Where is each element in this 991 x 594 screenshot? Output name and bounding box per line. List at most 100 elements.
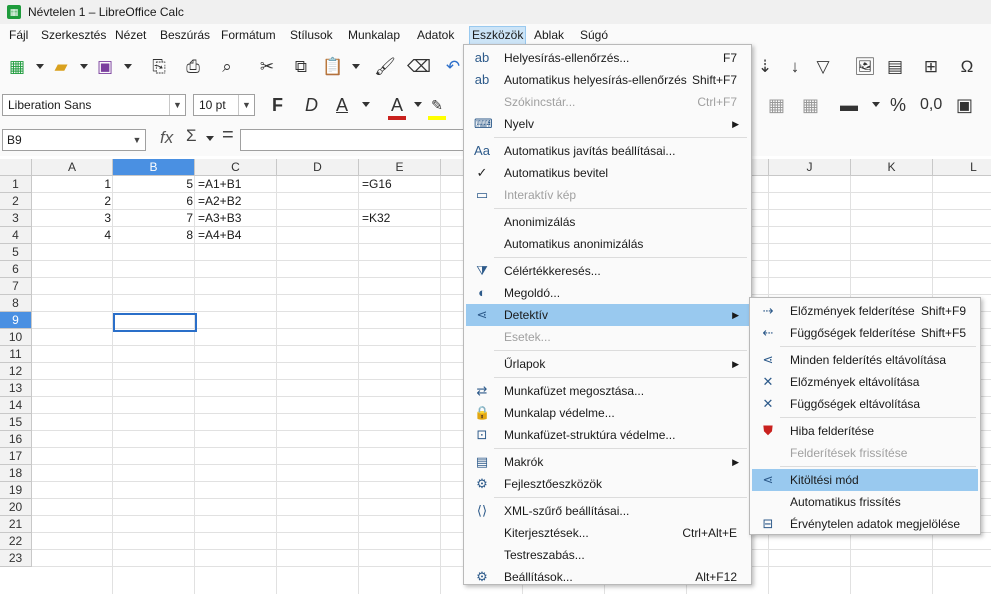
row-header-8[interactable]: 8 (0, 295, 32, 312)
print-icon[interactable]: ⎙ (180, 54, 206, 80)
tools_menu-item-14[interactable]: ⋖ Detektív ▶ (466, 304, 749, 326)
menu-7[interactable]: Adatok (415, 27, 456, 44)
cell-c3[interactable]: =A3+B3 (195, 210, 277, 227)
row-header-10[interactable]: 10 (0, 329, 32, 346)
cut-icon[interactable]: ✂ (254, 54, 280, 80)
cell-e1[interactable]: =G16 (359, 176, 441, 193)
row-header-9[interactable]: 9 (0, 312, 32, 329)
chevron-down-icon[interactable] (352, 64, 360, 69)
insert-image-icon[interactable]: 🖼 (852, 54, 878, 80)
name-box[interactable]: B9 ▼ (2, 129, 146, 151)
chevron-down-icon[interactable] (414, 102, 422, 107)
row-header-3[interactable]: 3 (0, 210, 32, 227)
column-header-e[interactable]: E (359, 159, 441, 176)
highlight-color-icon[interactable]: ✎ (428, 94, 446, 120)
tools_menu-item-0[interactable]: ab Helyesírás-ellenőrzés... F7 (466, 47, 749, 69)
cell-a3[interactable]: 3 (32, 210, 113, 227)
tools_menu-item-2[interactable]: Szókincstár... Ctrl+F7 (466, 91, 749, 113)
row-header-1[interactable]: 1 (0, 176, 32, 193)
detective_submenu-item-0[interactable]: ⇢ Előzmények felderítése Shift+F9 (752, 300, 978, 322)
cell-a2[interactable]: 2 (32, 193, 113, 210)
column-header-c[interactable]: C (195, 159, 277, 176)
insert-chart-icon[interactable]: ▤ (882, 54, 908, 80)
tools_menu-item-5[interactable]: Aa Automatikus javítás beállításai... (466, 140, 749, 162)
tools_menu-item-15[interactable]: Esetek... (466, 326, 749, 348)
chevron-down-icon[interactable] (124, 64, 132, 69)
save-icon[interactable]: ▣ (92, 54, 118, 80)
italic-icon[interactable]: D (305, 94, 318, 116)
tools_menu-item-19[interactable]: ⇄ Munkafüzet megosztása... (466, 380, 749, 402)
borders-icon[interactable]: ▦ (802, 94, 819, 116)
merge-cells-icon[interactable]: ▦ (768, 94, 785, 116)
sort-icon[interactable]: ↓ (782, 54, 808, 80)
cell-b1[interactable]: 5 (113, 176, 195, 193)
tools_menu-item-23[interactable]: ▤ Makrók ▶ (466, 451, 749, 473)
chevron-down-icon[interactable] (80, 64, 88, 69)
detective_submenu-item-7[interactable]: ⛊ Hiba felderítése (752, 420, 978, 442)
clone-formatting-icon[interactable]: 🖌 (372, 54, 398, 80)
chevron-down-icon[interactable] (362, 102, 370, 107)
special-character-icon[interactable]: Ω (954, 54, 980, 80)
tools_menu-item-26[interactable]: ⟨⟩ XML-szűrő beállításai... (466, 500, 749, 522)
detective_submenu-item-8[interactable]: Felderítések frissítése (752, 442, 978, 464)
copy-icon[interactable]: ⧉ (288, 54, 314, 80)
row-header-20[interactable]: 20 (0, 499, 32, 516)
print-preview-icon[interactable]: ⌕ (214, 54, 240, 80)
menu-5[interactable]: Stílusok (288, 27, 335, 44)
row-header-21[interactable]: 21 (0, 516, 32, 533)
column-header-a[interactable]: A (32, 159, 113, 176)
tools_menu-item-1[interactable]: ab Automatikus helyesírás-ellenőrzés Shift… (466, 69, 749, 91)
date-format-icon[interactable]: ▣ (956, 94, 973, 116)
tools_menu-item-29[interactable]: ⚙ Beállítások... Alt+F12 (466, 566, 749, 588)
row-header-4[interactable]: 4 (0, 227, 32, 244)
formula-icon[interactable]: = (222, 124, 234, 147)
row-header-15[interactable]: 15 (0, 414, 32, 431)
currency-format-icon[interactable]: ▬ (840, 94, 858, 116)
cell-a1[interactable]: 1 (32, 176, 113, 193)
cell-b4[interactable]: 8 (113, 227, 195, 244)
sort-descending-icon[interactable]: ⇣ (752, 54, 778, 80)
number-format-icon[interactable]: 0,0 (920, 94, 942, 116)
column-header-j[interactable]: J (769, 159, 851, 176)
cell-c4[interactable]: =A4+B4 (195, 227, 277, 244)
row-header-6[interactable]: 6 (0, 261, 32, 278)
tools_menu-item-3[interactable]: ⌨ Nyelv ▶ (466, 113, 749, 135)
bold-icon[interactable]: F (272, 94, 283, 116)
paste-icon[interactable]: 📋 (320, 54, 346, 80)
pivot-table-icon[interactable]: ⊞ (918, 54, 944, 80)
detective_submenu-item-5[interactable]: ✕ Függőségek eltávolítása (752, 393, 978, 415)
select-all-corner[interactable] (0, 159, 32, 176)
cell-c2[interactable]: =A2+B2 (195, 193, 277, 210)
row-header-18[interactable]: 18 (0, 465, 32, 482)
clear-formatting-icon[interactable]: ⌫ (406, 54, 432, 80)
row-header-16[interactable]: 16 (0, 431, 32, 448)
tools_menu-item-10[interactable]: Automatikus anonimizálás (466, 233, 749, 255)
chevron-down-icon[interactable] (872, 102, 880, 107)
row-header-2[interactable]: 2 (0, 193, 32, 210)
underline-icon[interactable]: A (336, 94, 348, 116)
row-header-19[interactable]: 19 (0, 482, 32, 499)
sum-icon[interactable]: Σ (186, 126, 197, 146)
tools_menu-item-6[interactable]: ✓ Automatikus bevitel (466, 162, 749, 184)
row-header-17[interactable]: 17 (0, 448, 32, 465)
menu-9[interactable]: Ablak (532, 27, 566, 44)
tools_menu-item-13[interactable]: ◐ Megoldó... (466, 282, 749, 304)
row-header-12[interactable]: 12 (0, 363, 32, 380)
row-header-11[interactable]: 11 (0, 346, 32, 363)
row-header-22[interactable]: 22 (0, 533, 32, 550)
menu-0[interactable]: Fájl (7, 27, 30, 44)
detective_submenu-item-4[interactable]: ✕ Előzmények eltávolítása (752, 371, 978, 393)
detective_submenu-item-3[interactable]: ⋖ Minden felderítés eltávolítása (752, 349, 978, 371)
menu-8[interactable]: Eszközök (468, 26, 527, 45)
chevron-down-icon[interactable]: ▼ (238, 95, 254, 115)
tools_menu-item-17[interactable]: Űrlapok ▶ (466, 353, 749, 375)
tools_menu-item-28[interactable]: Testreszabás... (466, 544, 749, 566)
menu-3[interactable]: Beszúrás (158, 27, 212, 44)
cell-b3[interactable]: 7 (113, 210, 195, 227)
font-size-combo[interactable]: 10 pt ▼ (193, 94, 255, 116)
detective_submenu-item-10[interactable]: ⋖ Kitöltési mód (752, 469, 978, 491)
tools_menu-item-20[interactable]: 🔒 Munkalap védelme... (466, 402, 749, 424)
menu-4[interactable]: Formátum (219, 27, 278, 44)
row-header-7[interactable]: 7 (0, 278, 32, 295)
tools_menu-item-12[interactable]: ⧩ Célértékkeresés... (466, 260, 749, 282)
